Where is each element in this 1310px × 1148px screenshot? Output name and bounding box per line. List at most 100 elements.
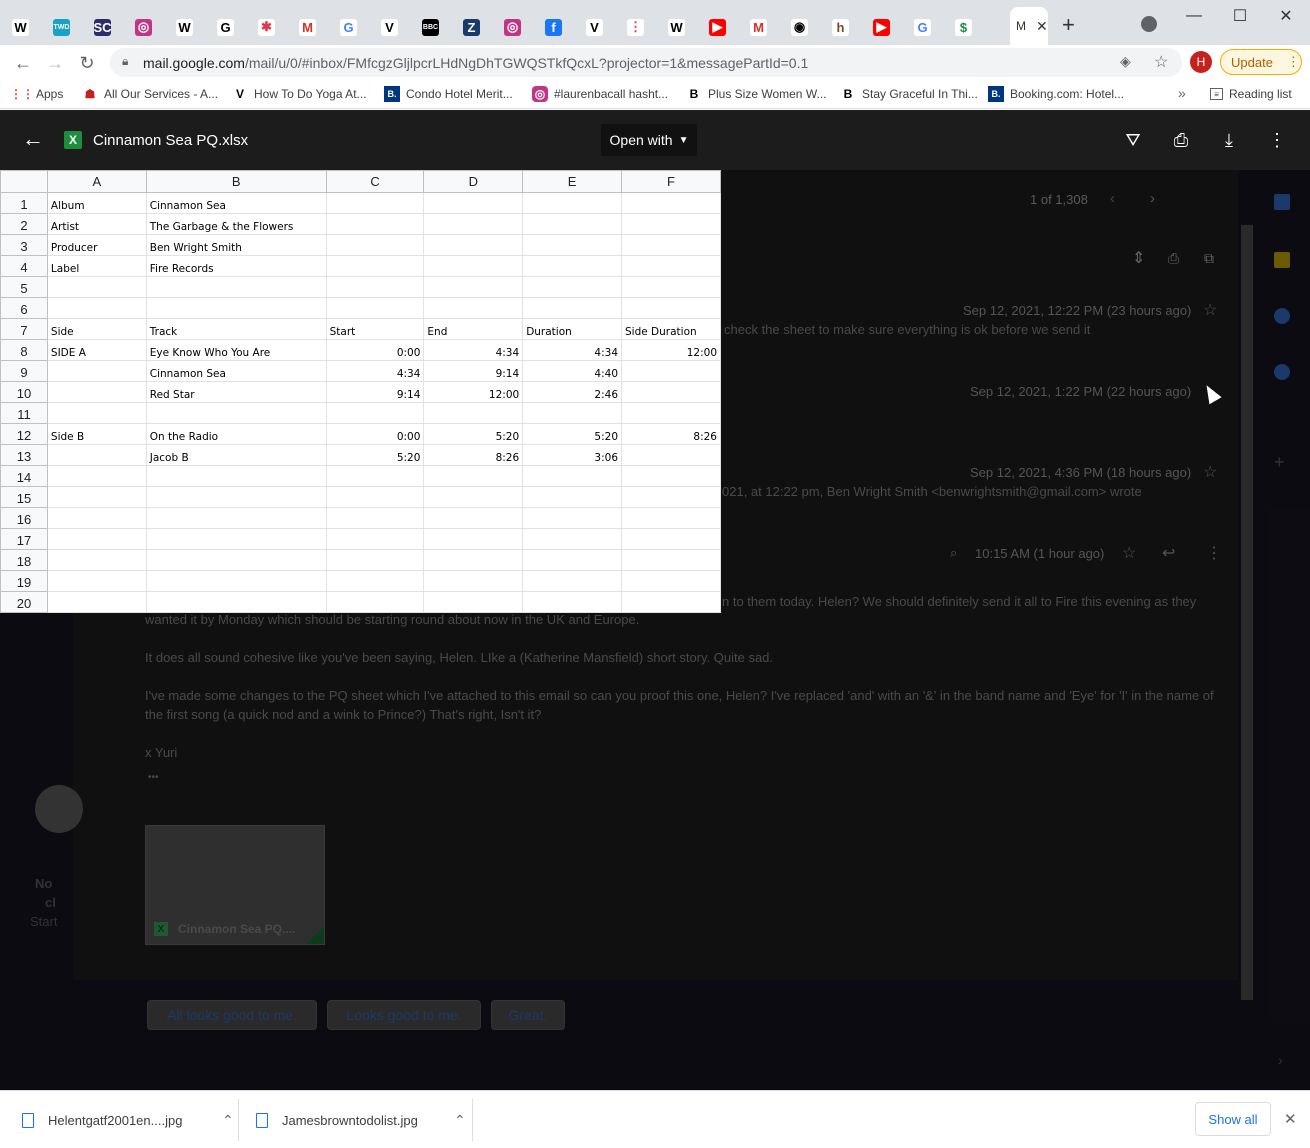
prev-icon[interactable]: ‹ <box>1110 190 1115 207</box>
side-panel-expand-icon[interactable]: › <box>1278 1052 1283 1068</box>
back-icon[interactable]: ← <box>10 50 36 76</box>
open-with-button[interactable]: Open with ▼ <box>601 124 697 156</box>
forward-icon[interactable]: → <box>42 50 68 76</box>
print-all-icon[interactable]: ⎙ <box>1168 250 1179 267</box>
bookmark-item[interactable]: B. Booking.com: Hotel... <box>988 85 1124 103</box>
side-text-2: cl <box>45 895 56 910</box>
add-addon-icon[interactable]: + <box>1274 452 1285 473</box>
tab-active-gmail[interactable]: M ✕ <box>1010 7 1048 45</box>
download-item[interactable]: Jamesbrowntodolist.jpg ⌃ <box>256 1091 466 1148</box>
tab-houzz[interactable]: h <box>832 9 849 45</box>
show-trimmed-icon[interactable]: ••• <box>148 772 159 783</box>
more-options-icon[interactable]: ⋮ <box>1264 128 1290 152</box>
msg3-star-icon[interactable]: ☆ <box>1203 462 1217 482</box>
new-tab-button[interactable]: + <box>1062 12 1075 38</box>
tab-dots[interactable]: ⋮ <box>627 9 644 45</box>
new-window-icon[interactable]: ⧉ <box>1204 250 1214 267</box>
column-header[interactable]: D <box>423 170 524 193</box>
update-button[interactable]: Update ⋮ <box>1220 49 1302 75</box>
bookmark-item[interactable]: B. Condo Hotel Merit... <box>384 85 513 103</box>
msg1-star-icon[interactable]: ☆ <box>1203 300 1217 320</box>
bookmark-item[interactable]: B Stay Graceful In Thi... <box>840 85 978 103</box>
tab-facebook[interactable]: f <box>545 9 562 45</box>
row-header: 4 <box>0 255 48 277</box>
chevron-up-icon[interactable]: ⌃ <box>222 1112 234 1129</box>
tab-wikipedia[interactable]: W <box>176 9 193 45</box>
expand-all-icon[interactable]: ⇕ <box>1132 248 1145 268</box>
print-icon[interactable]: ⎙ <box>1168 128 1194 152</box>
minimize-button[interactable]: — <box>1171 0 1217 32</box>
dots-icon: ⋮ <box>627 18 644 36</box>
more-bookmarks-icon[interactable]: » <box>1178 85 1186 101</box>
tab-vogue[interactable]: V <box>586 9 603 45</box>
tab-wikipedia[interactable]: W <box>12 9 29 45</box>
tab-asterisk[interactable]: ✱ <box>258 9 275 45</box>
next-icon[interactable]: › <box>1150 190 1155 207</box>
bookmark-item[interactable]: ☗ All Our Services - A... <box>82 85 218 103</box>
tab-gmail[interactable]: M <box>299 9 316 45</box>
tasks-icon[interactable] <box>1274 308 1290 324</box>
msg4-star-icon[interactable]: ☆ <box>1122 543 1136 563</box>
column-header[interactable]: B <box>145 170 327 193</box>
tab-twd[interactable]: TWD <box>53 9 70 45</box>
download-item[interactable]: Helentgatf2001en....jpg ⌃ <box>22 1091 234 1148</box>
eye-icon[interactable]: ◈ <box>1120 53 1131 70</box>
tab-gmail[interactable]: M <box>750 9 767 45</box>
column-header[interactable]: C <box>325 170 425 193</box>
bookmark-star-icon[interactable]: ☆ <box>1154 52 1168 72</box>
tab-youtube[interactable]: ▶ <box>709 9 726 45</box>
bookmark-item[interactable]: ⋮⋮ Apps <box>10 85 63 103</box>
chevron-up-icon[interactable]: ⌃ <box>454 1112 466 1129</box>
close-downloads-icon[interactable]: ✕ <box>1284 1110 1297 1128</box>
smart-reply-button[interactable]: Looks good to me. <box>327 1000 481 1030</box>
tab-abc[interactable]: ◉ <box>791 9 808 45</box>
smart-reply-button[interactable]: All looks good to me. <box>147 1000 317 1030</box>
add-to-drive-icon[interactable]: ⛛ <box>1120 128 1146 152</box>
close-tab-icon[interactable]: ✕ <box>1036 18 1048 35</box>
reload-icon[interactable]: ↻ <box>74 50 100 76</box>
bookmark-item[interactable]: V How To Do Yoga At... <box>232 85 367 103</box>
tab-wikipedia[interactable]: W <box>668 9 685 45</box>
sheet-row: 1 Album Cinnamon Sea <box>0 192 721 214</box>
column-header[interactable]: E <box>522 170 623 193</box>
contacts-icon[interactable] <box>1274 364 1290 380</box>
chat-icon[interactable] <box>35 785 83 833</box>
instagram-icon: ◎ <box>504 18 521 36</box>
show-all-button[interactable]: Show all <box>1195 1102 1271 1136</box>
tab-google[interactable]: G <box>340 9 357 45</box>
download-icon[interactable]: ⤓ <box>1216 128 1242 152</box>
msg3-time: Sep 12, 2021, 4:36 PM (18 hours ago) <box>970 465 1192 480</box>
tab-bbc[interactable]: BBC <box>422 9 439 45</box>
maximize-button[interactable]: ☐ <box>1217 0 1263 32</box>
sheet-cell: 5:20 <box>325 444 425 466</box>
close-window-button[interactable]: ✕ <box>1263 0 1309 32</box>
close-viewer-icon[interactable]: ← <box>22 126 44 152</box>
attachment-thumbnail[interactable]: X Cinnamon Sea PQ.... <box>145 825 325 945</box>
column-header[interactable]: F <box>621 170 721 193</box>
keep-icon[interactable] <box>1274 252 1290 268</box>
tab-instagram[interactable]: ◎ <box>504 9 521 45</box>
bookmark-item[interactable]: ◎ #laurenbacall hasht... <box>532 85 668 103</box>
tab-youtube[interactable]: ▶ <box>873 9 890 45</box>
address-bar[interactable]: 🔒︎ mail.google.com/mail/u/0/#inbox/FMfcg… <box>110 48 1182 77</box>
tab-vogue[interactable]: V <box>381 9 398 45</box>
tab-z[interactable]: Z <box>463 9 480 45</box>
reading-list-button[interactable]: ≡ Reading list <box>1210 85 1292 103</box>
sheet-cell: 8:26 <box>423 444 524 466</box>
bookmark-item[interactable]: B Plus Size Women W... <box>686 85 827 103</box>
column-header[interactable]: A <box>46 170 147 193</box>
smart-reply-button[interactable]: Great. <box>491 1000 565 1030</box>
tab-instagram[interactable]: ◎ <box>135 9 152 45</box>
row-header: 1 <box>0 192 48 214</box>
tab-docs[interactable]: $ <box>955 9 972 45</box>
profile-avatar[interactable]: H <box>1190 51 1212 73</box>
calendar-icon[interactable] <box>1274 194 1290 210</box>
sheet-cell <box>621 402 721 424</box>
tab-genius[interactable]: G <box>217 9 234 45</box>
tab-sc[interactable]: SC <box>94 9 111 45</box>
tab-search-icon[interactable] <box>1141 16 1157 32</box>
more-icon[interactable]: ⋮ <box>1206 543 1222 563</box>
tab-google[interactable]: G <box>914 9 931 45</box>
reply-icon[interactable]: ↩ <box>1162 543 1175 563</box>
body-line-1: n to them today. Helen? We should defini… <box>722 594 1197 609</box>
